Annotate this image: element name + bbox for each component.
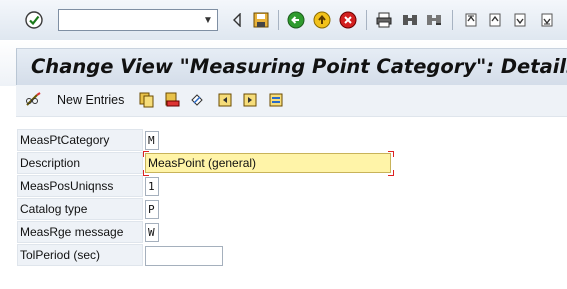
catalog-type-label: Catalog type: [17, 198, 143, 220]
meas-pt-category-field[interactable]: M: [145, 131, 159, 150]
next-page-icon[interactable]: [511, 11, 529, 29]
glasses-edit-icon[interactable]: [25, 92, 43, 108]
red-cancel-icon[interactable]: [339, 11, 357, 29]
title-panel: Change View "Measuring Point Category": …: [16, 48, 567, 85]
copy-icon[interactable]: [138, 92, 156, 108]
next-entry-icon[interactable]: [241, 92, 259, 108]
focus-corner: [143, 151, 149, 157]
triangle-left-icon[interactable]: [228, 11, 246, 29]
delete-icon[interactable]: [163, 92, 181, 108]
catalog-type-field[interactable]: P: [145, 200, 159, 219]
tol-period-field[interactable]: [145, 246, 223, 266]
page-title: Change View "Measuring Point Category": …: [31, 55, 567, 78]
check-icon[interactable]: [25, 11, 43, 29]
application-toolbar: New Entries: [16, 86, 567, 117]
focus-corner: [143, 170, 149, 176]
tol-period-label: TolPeriod (sec): [17, 244, 143, 266]
command-field-value: [59, 12, 62, 26]
meas-pos-uniqnss-field[interactable]: 1: [145, 177, 159, 196]
find-icon[interactable]: [401, 11, 419, 29]
yellow-exit-icon[interactable]: [313, 11, 331, 29]
description-label: Description: [17, 152, 143, 174]
meas-pos-uniqnss-label: MeasPosUniqnss: [17, 175, 143, 197]
last-page-icon[interactable]: [538, 11, 556, 29]
chevron-down-icon[interactable]: ▼: [201, 12, 215, 28]
save-icon[interactable]: [252, 11, 270, 29]
meas-rge-message-field[interactable]: W: [145, 223, 159, 242]
command-field[interactable]: ▼: [58, 9, 218, 31]
meas-rge-message-label: MeasRge message: [17, 221, 143, 243]
focus-corner: [388, 170, 394, 176]
new-entries-button[interactable]: New Entries: [57, 93, 124, 107]
first-page-icon[interactable]: [462, 11, 480, 29]
meas-pt-category-label: MeasPtCategory: [17, 129, 143, 151]
prev-page-icon[interactable]: [486, 11, 504, 29]
find-next-icon[interactable]: [425, 11, 443, 29]
select-all-icon[interactable]: [267, 92, 285, 108]
title-bar: Change View "Measuring Point Category": …: [0, 40, 567, 86]
print-icon[interactable]: [375, 11, 393, 29]
prev-entry-icon[interactable]: [216, 92, 234, 108]
green-back-icon[interactable]: [287, 11, 305, 29]
description-field[interactable]: MeasPoint (general): [145, 153, 391, 173]
focus-corner: [388, 151, 394, 157]
undo-icon[interactable]: [188, 92, 206, 108]
system-toolbar: ▼: [0, 0, 567, 41]
